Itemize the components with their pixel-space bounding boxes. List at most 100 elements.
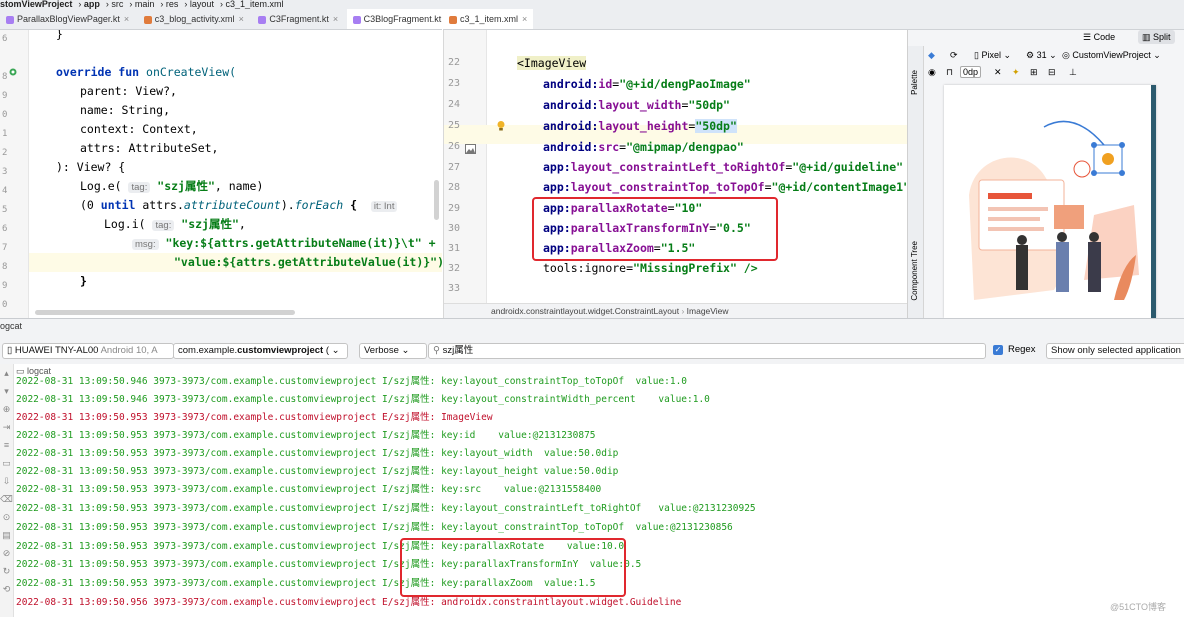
close-icon[interactable]: × <box>124 14 129 24</box>
attr-name: layout_constraintTop_toTopOf <box>570 180 765 194</box>
highlight-box <box>532 197 778 261</box>
component-tree-label: Component Tree <box>910 241 919 301</box>
eye-icon[interactable]: ◉ <box>928 67 936 78</box>
breadcrumb-item[interactable]: stomViewProject <box>0 0 72 9</box>
guidelines-icon[interactable]: ⊥ <box>1069 67 1077 78</box>
log-line: 2022-08-31 13:09:50.953 3973-3973/com.ex… <box>16 522 733 533</box>
close-icon[interactable]: × <box>239 14 244 24</box>
package-prefix: com.example. <box>178 345 238 356</box>
device-selector[interactable]: ▯ Pixel ⌄ <box>974 50 1011 61</box>
attr-value: "50dp" <box>695 119 737 133</box>
package-suffix: ( <box>325 345 330 356</box>
tab-c3-1-item[interactable]: c3_1_item.xml × <box>443 9 534 29</box>
attr-name: ignore <box>584 261 627 275</box>
api-selector[interactable]: ⚙ 31 ⌄ <box>1026 50 1057 61</box>
kotlin-editor[interactable]: 68901234567890 } override fun onCreateVi… <box>0 30 442 318</box>
layers-icon[interactable]: ◆ <box>928 50 935 61</box>
infer-constraints-icon[interactable]: ✦ <box>1012 67 1020 78</box>
breadcrumb-item[interactable]: layout <box>190 0 214 9</box>
line-number: 27 <box>447 162 460 173</box>
log-line: 2022-08-31 13:09:50.953 3973-3973/com.ex… <box>16 412 493 423</box>
code-line: context: Context, <box>80 120 198 139</box>
filter-dropdown[interactable]: Show only selected application <box>1046 343 1184 359</box>
attr-name: layout_constraintLeft_toRightOf <box>570 160 786 174</box>
param-hint: tag: <box>128 182 151 193</box>
line-number: 26 <box>447 141 460 152</box>
tab-parallax-blog-view-pager[interactable]: ParallaxBlogViewPager.kt × <box>0 9 135 29</box>
log-line: 2022-08-31 13:09:50.946 3973-3973/com.ex… <box>16 376 688 387</box>
attr-ns: android: <box>543 119 599 133</box>
logcat-output[interactable]: ▴ ▾ ⊕ ⇥ ≡ ▭ ⇩ ⌫ ⊙ ▤ ⊘ ↻ ⟲ ▭ logcat 2022-08-31 13:09:… <box>0 364 1184 617</box>
component-tree-tab[interactable]: Component Tree <box>910 241 919 301</box>
palette-tab[interactable]: Palette <box>910 70 919 95</box>
magnet-icon[interactable]: ⊓ <box>946 67 953 78</box>
regex-label: Regex <box>1008 344 1036 355</box>
log-level-dropdown[interactable]: Verbose ⌄ <box>359 343 427 359</box>
right-editor-tabs: c3_1_item.xml × <box>443 9 1184 30</box>
breadcrumb-item[interactable]: src <box>111 0 123 9</box>
property: attributeCount <box>183 198 281 212</box>
device-preview[interactable] <box>944 85 1156 318</box>
device-name: HUAWEI TNY-AL00 <box>14 345 99 356</box>
horizontal-scrollbar[interactable] <box>35 310 295 315</box>
log-line: 2022-08-31 13:09:50.953 3973-3973/com.ex… <box>16 503 756 514</box>
breadcrumb-item[interactable]: res <box>166 0 179 9</box>
code-text: } <box>80 274 87 288</box>
path-item[interactable]: ImageView <box>687 306 729 316</box>
code-line: } <box>80 272 87 291</box>
close-icon[interactable]: × <box>522 14 527 24</box>
override-marker-icon[interactable] <box>8 64 18 76</box>
code-text: attrs. <box>142 198 184 212</box>
string-literal: "key:${attrs.getAttributeName(it)}\t" + <box>165 236 436 250</box>
xml-attr-line: app:layout_constraintLeft_toRightOf="@+i… <box>543 160 904 174</box>
breadcrumb-item[interactable]: app <box>84 0 100 9</box>
attr-value: "@+id/guideline" <box>792 160 904 174</box>
tab-label: C3Fragment.kt <box>269 14 329 24</box>
attr-value: "@mipmap/dengpao" <box>626 140 744 154</box>
xml-attr-line: android:id="@+id/dengPaoImage" <box>543 77 751 91</box>
vertical-scrollbar[interactable] <box>434 180 439 220</box>
package-bold: customviewproject <box>237 345 324 356</box>
attr-value: "@+id/dengPaoImage" <box>619 77 751 91</box>
tab-c3-fragment[interactable]: C3Fragment.kt × <box>252 9 344 29</box>
split-button[interactable]: ▥ Split <box>1138 30 1175 44</box>
close-icon[interactable]: × <box>333 14 338 24</box>
tool-icons[interactable]: ▴ ▾ ⊕ ⇥ ≡ ▭ ⇩ ⌫ ⊙ ▤ ⊘ ↻ ⟲ <box>0 364 13 598</box>
align-icon[interactable]: ⊟ <box>1048 67 1056 78</box>
attr-name: id <box>598 77 613 91</box>
tab-c3-blog-fragment[interactable]: C3BlogFragment.kt× <box>346 9 442 29</box>
attr-ns: app: <box>543 180 571 194</box>
lightbulb-icon[interactable] <box>496 119 506 137</box>
code-line: (0 until attrs.attributeCount).forEach {… <box>80 196 398 215</box>
code-text: (0 <box>80 198 94 212</box>
api-label: 31 <box>1036 50 1047 60</box>
code-text: Log.i( <box>104 217 146 231</box>
orientation-icon[interactable]: ⟳ <box>950 50 958 61</box>
search-input[interactable]: ⚲ szj属性 <box>428 343 986 359</box>
left-editor-tabs: ParallaxBlogViewPager.kt × c3_blog_activi… <box>0 9 442 30</box>
attr-name: layout_width <box>598 98 682 112</box>
clear-constraints-icon[interactable]: ✕ <box>994 67 1002 78</box>
xml-editor[interactable]: 22 23 24 25 26 27 28 29 30 31 32 33 <Ima… <box>443 30 907 318</box>
device-label: Pixel <box>981 50 1001 60</box>
device-dropdown[interactable]: ▯ HUAWEI TNY-AL00 Android 10, A <box>2 343 174 359</box>
regex-checkbox[interactable]: ✓ <box>993 345 1003 355</box>
breadcrumb-item[interactable]: c3_1_item.xml <box>225 0 283 9</box>
line-number: 31 <box>447 243 460 254</box>
line-number: 24 <box>447 99 460 110</box>
code-button[interactable]: ☰ Code <box>1083 32 1115 43</box>
package-dropdown[interactable]: com.example.customviewproject ( ⌄ <box>173 343 348 359</box>
tab-label: ParallaxBlogViewPager.kt <box>17 14 120 24</box>
tab-c3-blog-activity[interactable]: c3_blog_activity.xml × <box>138 9 250 29</box>
pack-icon[interactable]: ⊞ <box>1030 67 1038 78</box>
code-text: , <box>238 217 246 231</box>
theme-selector[interactable]: ◎ CustomViewProject ⌄ <box>1062 50 1161 61</box>
default-margin[interactable]: 0dp <box>960 66 982 78</box>
attr-name: src <box>598 140 620 154</box>
image-preview-icon[interactable] <box>465 141 476 159</box>
path-item[interactable]: androidx.constraintlayout.widget.Constra… <box>491 306 679 316</box>
line-number: 23 <box>447 78 460 89</box>
device-os: Android 10, A <box>100 345 158 356</box>
breadcrumb-item[interactable]: main <box>135 0 155 9</box>
illustration <box>969 120 1139 300</box>
